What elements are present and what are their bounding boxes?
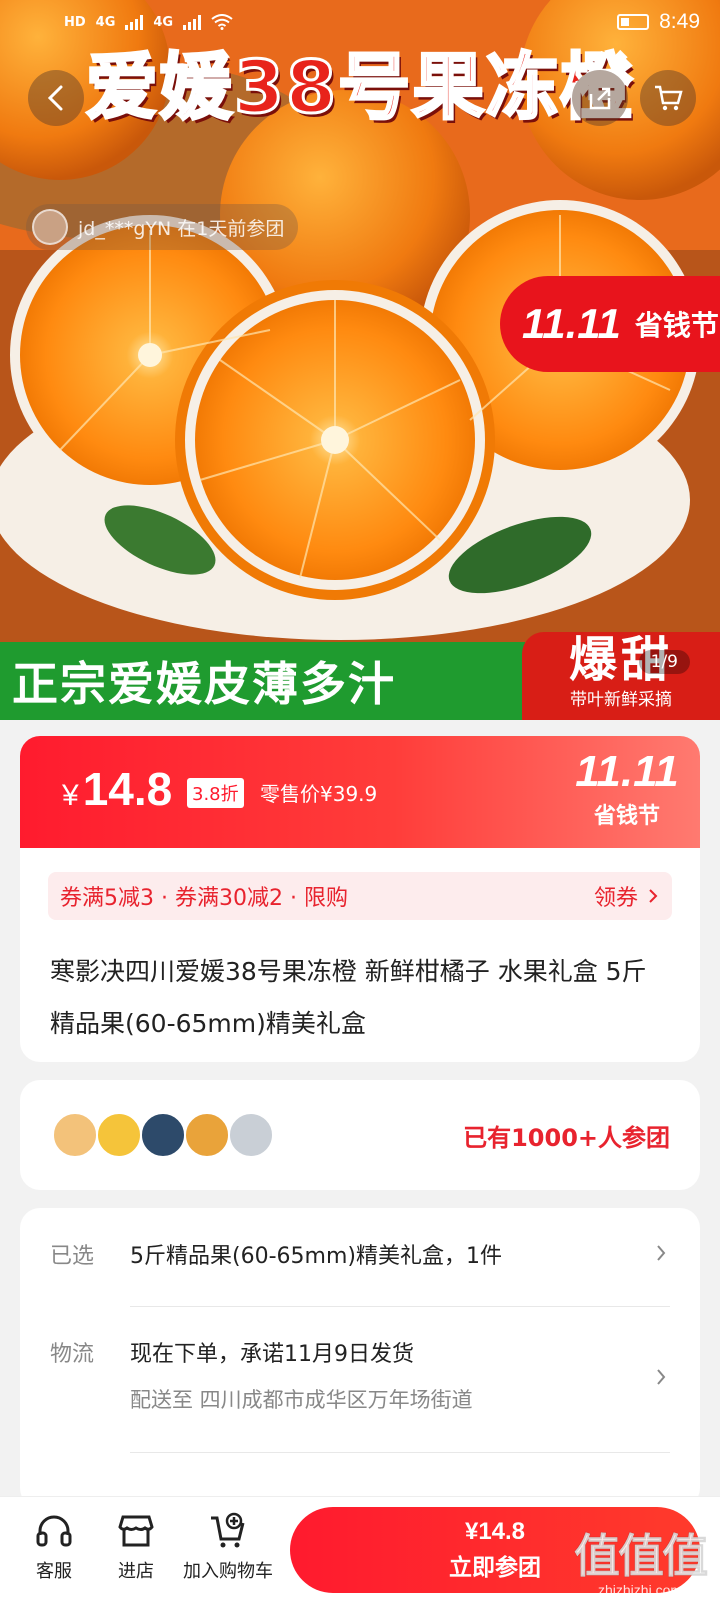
- site-watermark: 值值值 zhizhizhi.com: [574, 1520, 709, 1599]
- get-coupon-label: 领券: [593, 886, 638, 911]
- discount-badge: 3.8折: [187, 778, 244, 808]
- divider: [130, 1452, 670, 1453]
- back-button[interactable]: [28, 70, 84, 126]
- price-card: ¥ 14.8 3.8折 零售价¥39.9 11.11 省钱节 券满5减3 · 券…: [20, 736, 700, 1062]
- add-to-cart-button[interactable]: 加入购物车: [176, 1511, 280, 1583]
- status-signals: HD 4G 4G: [64, 14, 233, 30]
- recent-join-text: jd_***gYN 在1天前参团: [78, 217, 285, 240]
- store-icon: [118, 1515, 154, 1547]
- cart-button[interactable]: [640, 70, 696, 126]
- selected-value: 5斤精品果(60-65mm)精美礼盒，1件: [130, 1244, 502, 1269]
- status-bar: HD 4G 4G 8:49: [0, 0, 720, 44]
- product-title: 寒影决四川爱媛38号果冻橙 新鲜柑橘子 水果礼盒 5斤精品果(60-65mm)精…: [50, 957, 647, 1038]
- recent-join-notice: jd_***gYN 在1天前参团: [26, 204, 299, 250]
- product-options-card: 已选 5斤精品果(60-65mm)精美礼盒，1件 物流 现在下单，承诺11月9日…: [20, 1208, 700, 1508]
- price-amount: 14.8: [82, 763, 173, 815]
- group-price: ¥ 14.8: [62, 762, 172, 816]
- logistics-value: 现在下单，承诺11月9日发货: [130, 1342, 414, 1367]
- avatar: [96, 1112, 142, 1158]
- cart-icon: [655, 85, 683, 111]
- avatar: [52, 1112, 98, 1158]
- watermark-logo: 值值值: [574, 1529, 709, 1584]
- promo-logo: 11.11: [522, 300, 621, 347]
- participant-avatars: [52, 1112, 274, 1158]
- signal-label-1: 4G: [95, 14, 116, 30]
- banner-left-text: 正宗爱媛皮薄多汁: [0, 642, 525, 720]
- coupon-row[interactable]: 券满5减3 · 券满30减2 · 限购 领券: [48, 872, 672, 920]
- promo-logo-badge: 11.11 省钱节: [568, 746, 686, 830]
- avatar: [140, 1112, 186, 1158]
- share-icon: [589, 87, 611, 110]
- selected-option-row[interactable]: 已选 5斤精品果(60-65mm)精美礼盒，1件: [50, 1238, 670, 1278]
- group-count-text: 已有1000+人参团: [463, 1124, 670, 1152]
- add-cart-icon: [211, 1512, 245, 1548]
- signal-icon: [183, 14, 202, 30]
- logistics-row[interactable]: 物流 现在下单，承诺11月9日发货 配送至 四川成都市成华区万年场街道: [50, 1336, 670, 1416]
- promo-logo: 11.11: [575, 747, 679, 796]
- divider: [130, 1306, 670, 1307]
- signal-label-2: 4G: [153, 14, 174, 30]
- logistics-label: 物流: [50, 1342, 95, 1367]
- banner-right: 爆甜 带叶新鲜采摘: [522, 632, 720, 720]
- avatar: [32, 209, 68, 245]
- banner-right-small: 带叶新鲜采摘: [570, 690, 672, 710]
- customer-service-button[interactable]: 客服: [24, 1511, 84, 1583]
- add-to-cart-label: 加入购物车: [183, 1561, 273, 1582]
- share-button[interactable]: [572, 70, 628, 126]
- hero-bottom-banner: 正宗爱媛皮薄多汁 爆甜 带叶新鲜采摘: [0, 632, 720, 720]
- chevron-left-icon: [47, 85, 63, 111]
- chevron-right-icon: [649, 889, 658, 903]
- promo-ribbon: 11.11 省钱节: [500, 276, 720, 372]
- wifi-icon: [211, 14, 233, 30]
- signal-icon: [125, 14, 144, 30]
- selected-label: 已选: [50, 1244, 95, 1269]
- get-coupon-button[interactable]: 领券: [594, 880, 658, 912]
- price-banner: ¥ 14.8 3.8折 零售价¥39.9 11.11 省钱节: [20, 736, 700, 848]
- store-button[interactable]: 进店: [106, 1511, 166, 1583]
- delivery-address: 配送至 四川成都市成华区万年场街道: [130, 1388, 473, 1412]
- battery-icon: [617, 14, 650, 30]
- store-label: 进店: [118, 1561, 154, 1582]
- promo-text: 省钱节: [634, 309, 719, 342]
- image-counter: 1/9: [638, 650, 690, 674]
- chevron-right-icon: [657, 1245, 666, 1261]
- chevron-right-icon: [657, 1369, 666, 1385]
- avatar: [184, 1112, 230, 1158]
- group-buy-card[interactable]: 已有1000+人参团: [20, 1080, 700, 1190]
- promo-text: 省钱节: [593, 804, 660, 829]
- clock: 8:49: [659, 10, 700, 33]
- headset-icon: [36, 1515, 72, 1547]
- retail-price: 零售价¥39.9: [260, 782, 378, 806]
- currency-symbol: ¥: [62, 779, 79, 812]
- banner-right-big: 爆甜: [568, 632, 673, 688]
- coupon-text: 券满5减3 · 券满30减2 · 限购: [60, 886, 348, 911]
- avatar: [228, 1112, 274, 1158]
- customer-service-label: 客服: [36, 1561, 72, 1582]
- hd-label: HD: [64, 14, 86, 30]
